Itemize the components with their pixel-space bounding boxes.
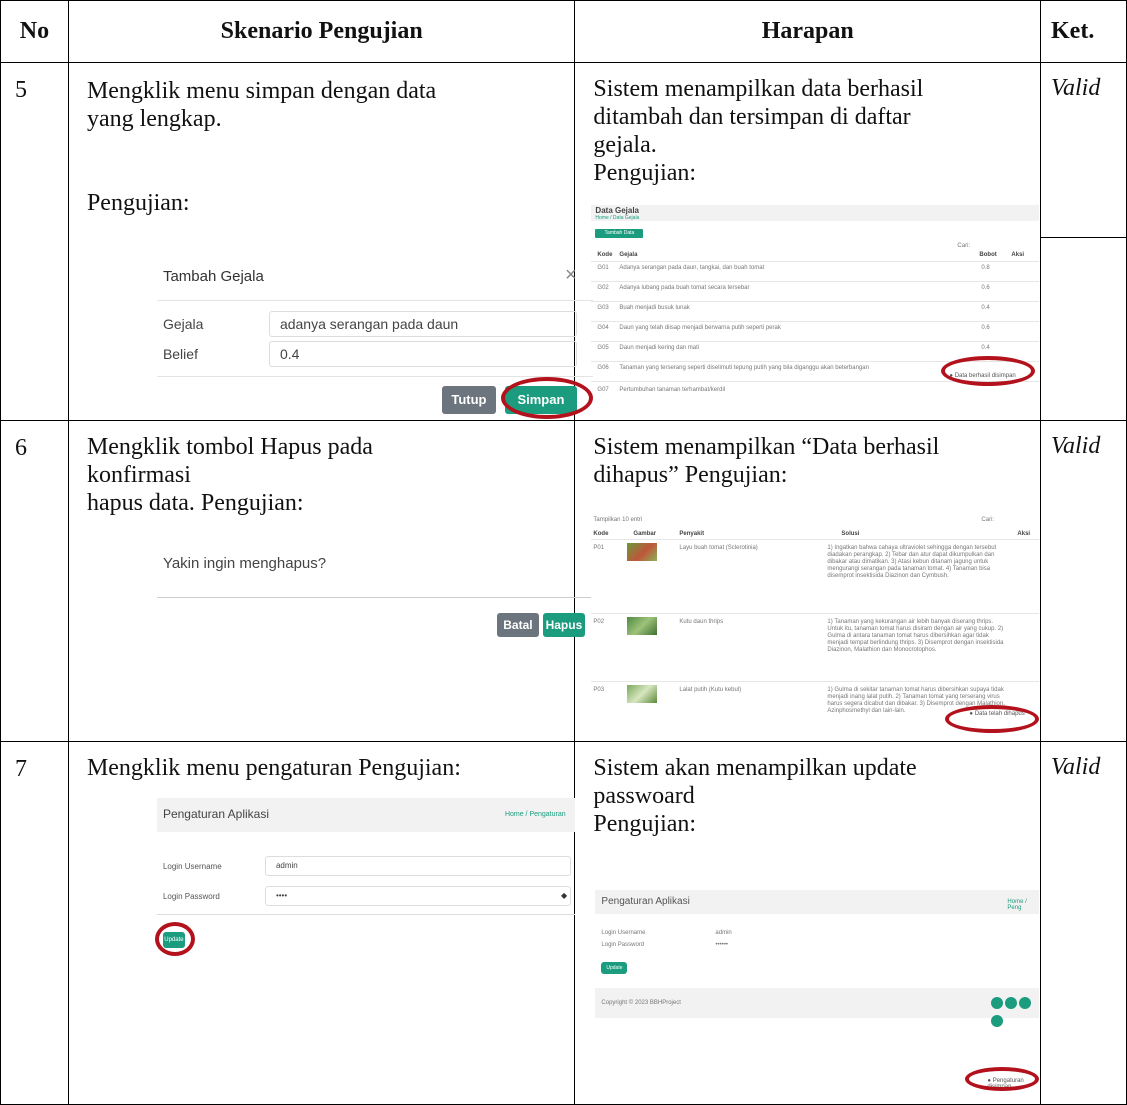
pengujian-label: Pengujian: [86, 190, 190, 216]
pengaturan-result-screenshot: Pengaturan Aplikasi Home / Peng Login Us… [595, 890, 1040, 1100]
harapan-text: Sistem menampilkan “Data berhasil [593, 434, 940, 460]
instagram-icon[interactable] [1005, 997, 1018, 1009]
show-entries: Tampilkan 10 entri [593, 517, 643, 523]
password-value: •••••• [715, 942, 729, 948]
facebook-icon[interactable] [991, 997, 1004, 1009]
highlight-circle [965, 1067, 1040, 1091]
col-kode: Kode [597, 252, 613, 258]
shot-breadcrumb: Home / Data Gejala [595, 215, 640, 221]
settings-breadcrumb[interactable]: Home / Pengaturan [505, 811, 566, 818]
ket-value: Valid [1051, 433, 1101, 459]
shot-title: Data Gejala [595, 206, 639, 215]
confirm-question: Yakin ingin menghapus? [162, 555, 327, 572]
col-aksi: Aksi [1017, 531, 1031, 537]
table-row: P02 Kutu daun thrips 1) Tanaman yang kek… [593, 617, 1004, 653]
username-label: Login Username [162, 862, 222, 871]
belief-label: Belief [162, 346, 198, 362]
table-row: G07 Pertumbuhan tanaman terhambat/kerdil [597, 387, 726, 393]
test-table: No Skenario Pengujian Harapan Ket. 5 Men… [0, 0, 1127, 1105]
harapan-text: Sistem menampilkan data berhasil [593, 76, 924, 102]
col-penyakit: Penyakit [679, 531, 705, 537]
col-gejala: Gejala [619, 252, 638, 258]
table-row: 7 Mengklik menu pengaturan Pengujian: Pe… [0, 741, 1127, 1105]
disease-image [627, 543, 658, 561]
pengujian-label: Pengujian: [593, 160, 697, 186]
tutup-button[interactable]: Tutup [441, 386, 496, 414]
update-button[interactable]: Update [601, 962, 628, 974]
table-row: 6 Mengklik tombol Hapus pada konfirmasi … [0, 420, 1127, 742]
twitter-icon[interactable] [1019, 997, 1032, 1009]
harapan-cell: Sistem menampilkan “Data berhasil dihapu… [574, 420, 1041, 742]
harapan-cell: Sistem menampilkan data berhasil ditamba… [574, 62, 1041, 421]
skenario-cell: Mengklik tombol Hapus pada konfirmasi ha… [67, 420, 591, 742]
col-bobot: Bobot [979, 252, 997, 258]
pengujian-label: Pengujian: [593, 811, 697, 837]
copyright: Copyright © 2023 BBHProject [601, 1000, 681, 1006]
gejala-input[interactable]: adanya serangan pada daun [268, 311, 577, 337]
harapan-text: gejala. [593, 132, 657, 158]
skenario-text: Mengklik tombol Hapus pada [86, 434, 373, 460]
password-input[interactable]: •••• [264, 886, 571, 906]
harapan-cell: Sistem akan menampilkan update passwoard… [574, 741, 1041, 1105]
col-gambar: Gambar [633, 531, 657, 537]
col-solusi: Solusi [841, 531, 860, 537]
batal-button[interactable]: Batal [496, 613, 539, 637]
skenario-text: Mengklik menu pengaturan Pengujian: [86, 755, 461, 781]
belief-input[interactable]: 0.4 [268, 341, 577, 367]
username-label: Login Username [601, 930, 646, 936]
harapan-text: ditambah dan tersimpan di daftar [593, 104, 911, 130]
delete-confirm-dialog: Yakin ingin menghapus? Batal Hapus [156, 541, 591, 641]
modal-title: Tambah Gejala [162, 268, 264, 285]
shot-breadcrumb: Home / Peng [1007, 899, 1027, 911]
youtube-icon[interactable] [991, 1015, 1004, 1027]
password-label: Login Password [162, 892, 220, 901]
table-row: 5 Mengklik menu simpan dengan data yang … [0, 62, 1127, 421]
skenario-text: yang lengkap. [86, 106, 222, 132]
col-aksi: Aksi [1011, 252, 1025, 258]
row-number: 5 [15, 77, 27, 103]
harapan-text: Sistem akan menampilkan update [593, 755, 917, 781]
skenario-cell: Mengklik menu simpan dengan data yang le… [67, 62, 593, 421]
highlight-circle [941, 356, 1036, 386]
add-data-button[interactable]: Tambah Data [595, 229, 644, 238]
header-harapan: Harapan [574, 0, 1041, 63]
header-no: No [0, 0, 69, 63]
social-icons [991, 996, 1039, 1032]
harapan-text: passwoard [593, 783, 695, 809]
highlight-circle [945, 705, 1040, 733]
password-label: Login Password [601, 942, 645, 948]
header-ket: Ket. [1040, 0, 1127, 63]
table-row: P01 Layu buah tomat (Sclerotinia) 1) Ing… [593, 543, 997, 579]
skenario-cell: Mengklik menu pengaturan Pengujian: Peng… [67, 741, 576, 1105]
harapan-text: dihapus” Pengujian: [593, 462, 788, 488]
settings-title: Pengaturan Aplikasi [162, 807, 270, 821]
pengaturan-screenshot: Pengaturan Aplikasi Home / Pengaturan Lo… [156, 798, 575, 948]
username-value: admin [715, 930, 732, 936]
row-number: 6 [15, 435, 27, 461]
skenario-text: hapus data. Pengujian: [86, 490, 304, 516]
search-label: Cari: [981, 517, 995, 523]
gejala-label: Gejala [162, 316, 204, 332]
col-kode: Kode [593, 531, 609, 537]
skenario-text: konfirmasi [86, 462, 191, 488]
shot-title: Pengaturan Aplikasi [601, 896, 690, 907]
search-label: Cari: [957, 243, 971, 249]
username-input[interactable]: admin [264, 856, 571, 876]
eye-icon[interactable]: ◆ [561, 891, 567, 900]
skenario-text: Mengklik menu simpan dengan data [86, 78, 437, 104]
highlight-circle [154, 922, 195, 956]
disease-image [627, 685, 658, 703]
header-row: No Skenario Pengujian Harapan Ket. [0, 0, 1127, 63]
header-skenario: Skenario Pengujian [67, 0, 576, 63]
ket-value: Valid [1051, 75, 1101, 101]
disease-image [627, 617, 658, 635]
row-number: 7 [15, 756, 27, 782]
ket-value: Valid [1051, 754, 1101, 780]
